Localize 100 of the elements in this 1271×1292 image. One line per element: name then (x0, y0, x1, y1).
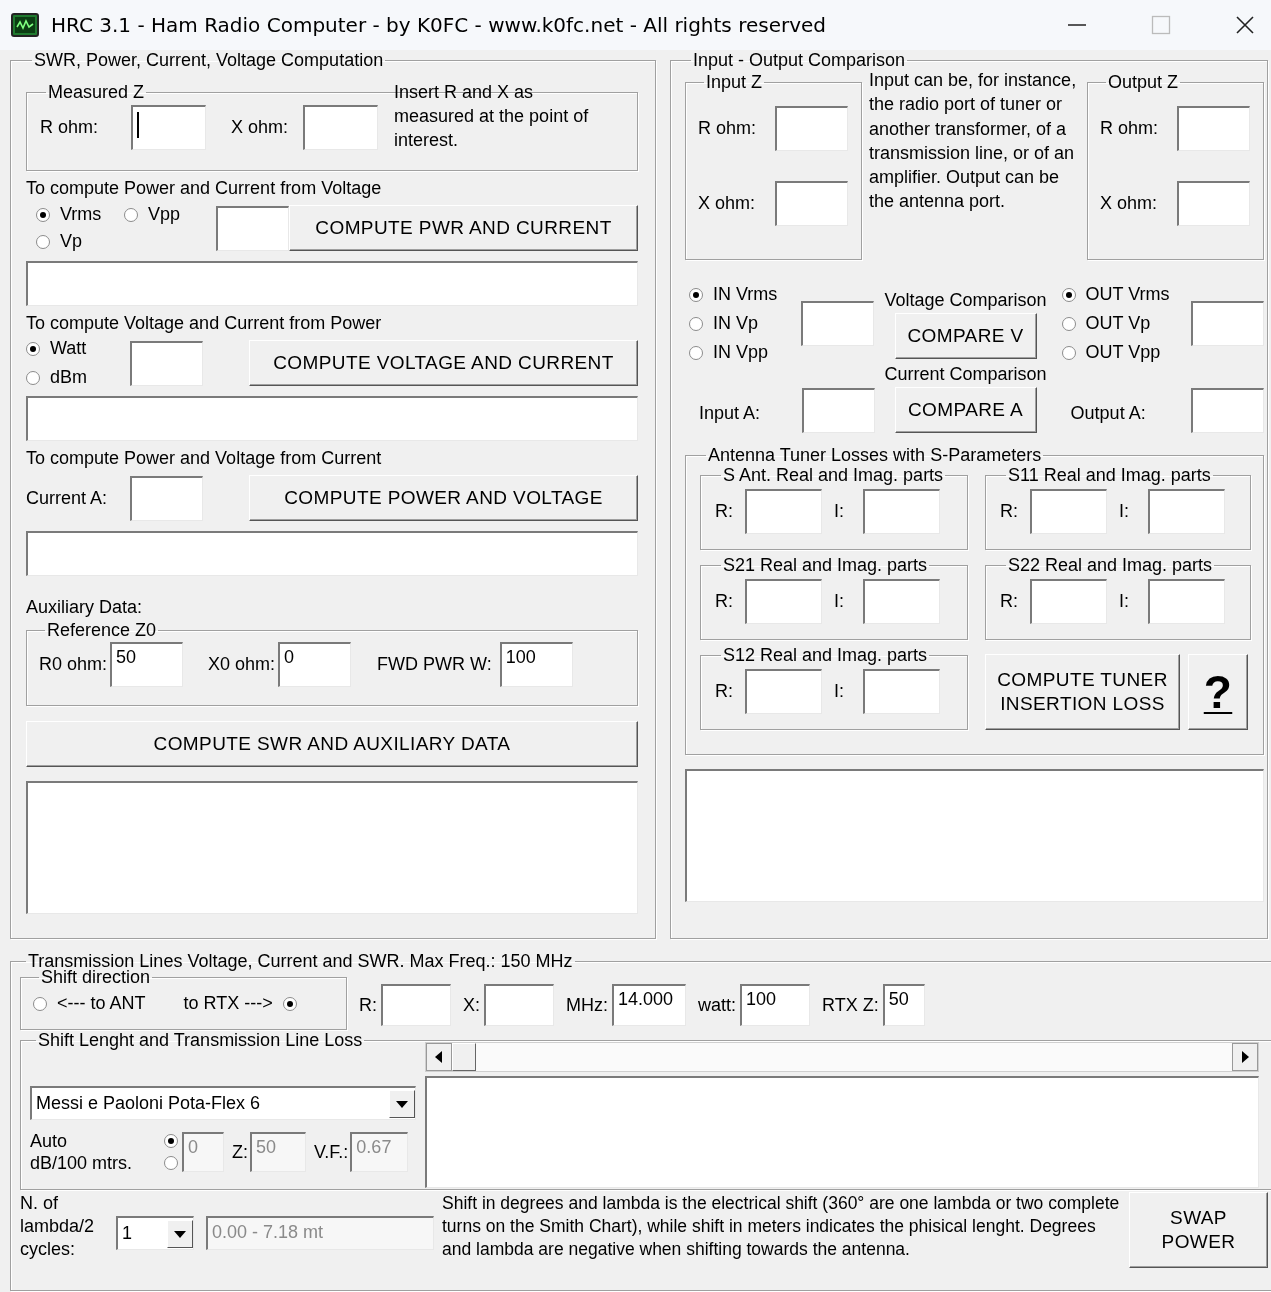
radio-button[interactable] (36, 207, 50, 222)
dropdown[interactable]: 1 (116, 1216, 194, 1250)
radio-label[interactable]: OUT Vrms (1085, 284, 1170, 305)
input-field[interactable] (131, 104, 206, 150)
radio-label[interactable]: dBm (50, 367, 87, 388)
field-label: N. of lambda/2 cycles: (20, 1192, 96, 1261)
input-field[interactable] (1148, 579, 1225, 624)
radio-label[interactable]: Vpp (148, 204, 181, 225)
input-field[interactable]: 14.000 (612, 983, 686, 1026)
compare-button[interactable]: COMPARE V (894, 312, 1037, 359)
input-field[interactable] (801, 388, 875, 433)
app-icon (11, 13, 39, 37)
radio-button[interactable] (689, 287, 703, 302)
compute-button[interactable]: COMPUTE TUNER INSERTION LOSS (985, 654, 1180, 730)
scroll-bar[interactable] (425, 1042, 1259, 1072)
field-label: Z: (232, 1141, 248, 1163)
field-label: watt: (698, 995, 737, 1016)
input-field[interactable] (1177, 106, 1250, 151)
input-field[interactable] (216, 205, 289, 251)
help-button[interactable]: ? (1188, 654, 1248, 730)
input-field[interactable] (1030, 579, 1107, 624)
field-label: V.F.: (314, 1141, 349, 1163)
radio-label[interactable]: OUT Vpp (1085, 342, 1161, 363)
section-heading: Auxiliary Data: (26, 596, 144, 618)
radio-button[interactable] (1061, 287, 1076, 302)
radio-label[interactable]: OUT Vp (1085, 313, 1151, 334)
field-label: X0 ohm: (208, 654, 276, 675)
compute-button[interactable]: COMPUTE PWR AND CURRENT (289, 205, 638, 251)
input-field[interactable] (484, 983, 554, 1026)
input-field[interactable] (775, 106, 848, 151)
input-field[interactable] (130, 475, 203, 521)
radio-button[interactable] (26, 341, 40, 356)
radio-label[interactable]: IN Vp (713, 313, 759, 334)
radio-label[interactable]: IN Vpp (713, 342, 769, 363)
scroll-thumb[interactable] (452, 1043, 476, 1071)
input-field[interactable] (303, 104, 379, 150)
input-field[interactable]: 100 (499, 642, 573, 687)
radio-button[interactable] (26, 370, 40, 385)
radio-button[interactable] (33, 996, 47, 1011)
input-field[interactable] (1148, 489, 1225, 534)
field-label: I: (1118, 591, 1130, 612)
compute-button[interactable]: COMPUTE VOLTAGE AND CURRENT (249, 340, 638, 386)
input-field[interactable] (381, 983, 451, 1026)
input-field[interactable] (801, 301, 875, 346)
field-label: dB/100 mtrs. (30, 1152, 134, 1174)
input-field[interactable] (1177, 181, 1250, 226)
radio-button[interactable] (164, 1156, 178, 1170)
input-field[interactable] (775, 181, 848, 226)
radio-label[interactable]: to RTX ---> (183, 993, 273, 1014)
field-label: I: (833, 591, 845, 612)
radio-button[interactable] (36, 234, 50, 249)
radio-button[interactable] (689, 316, 703, 331)
field-label: RTX Z: (822, 995, 879, 1016)
field-label: R ohm: (40, 116, 100, 138)
input-field[interactable] (1191, 301, 1264, 346)
radio-button[interactable] (689, 345, 703, 360)
radio-label[interactable]: IN Vrms (713, 284, 778, 305)
input-field[interactable]: 100 (740, 983, 811, 1026)
radio-button[interactable] (164, 1134, 178, 1148)
group-title: S11 Real and Imag. parts (1007, 465, 1212, 485)
input-field[interactable] (745, 579, 822, 624)
group-title: S Ant. Real and Imag. parts (722, 465, 945, 485)
caret-icon (389, 1089, 415, 1118)
input-field[interactable] (745, 669, 822, 714)
radio-label[interactable]: Vp (60, 231, 83, 252)
compute-button[interactable]: COMPUTE SWR AND AUXILIARY DATA (26, 721, 638, 767)
close-icon[interactable] (1235, 15, 1255, 35)
radio-button[interactable] (282, 996, 297, 1011)
group-title: Shift Lenght and Transmission Line Loss (37, 1030, 364, 1050)
field-label: I: (833, 501, 845, 522)
field-label: R: (715, 501, 734, 522)
swap-button[interactable]: SWAP POWER (1129, 1192, 1268, 1268)
radio-button[interactable] (1061, 316, 1076, 331)
input-field[interactable] (1030, 489, 1107, 534)
input-field[interactable]: 0 (278, 642, 352, 687)
window-title: HRC 3.1 - Ham Radio Computer - by K0FC - www.k0fc.net - All rights reserved (51, 13, 827, 37)
radio-button[interactable] (124, 207, 138, 222)
input-field[interactable] (863, 669, 940, 714)
compare-button[interactable]: COMPARE A (894, 387, 1037, 433)
field-label: X ohm: (231, 116, 289, 138)
field-label: R: (1000, 501, 1019, 522)
field-label: R: (715, 681, 734, 702)
input-field[interactable] (130, 340, 203, 386)
input-field[interactable] (863, 579, 940, 624)
input-field[interactable] (863, 489, 940, 534)
field-label: R: (359, 995, 377, 1016)
radio-label[interactable]: <--- to ANT (57, 993, 146, 1014)
input-field[interactable] (745, 489, 822, 534)
field-label: Current A: (26, 487, 109, 509)
dropdown[interactable]: Messi e Paoloni Pota-Flex 6 (30, 1086, 416, 1120)
radio-button[interactable] (1061, 345, 1076, 360)
text-cursor (137, 111, 139, 138)
input-field[interactable]: 50 (882, 983, 925, 1026)
radio-label[interactable]: Watt (50, 338, 87, 359)
compute-button[interactable]: COMPUTE POWER AND VOLTAGE (249, 475, 638, 521)
input-field[interactable]: 50 (110, 642, 184, 687)
section-heading: Voltage Comparison (884, 288, 1047, 311)
instruction-text: Input can be, for instance, the radio port of tuner or another transformer, of a transmission line, or of an amplifier. Output can be the antenna port. (869, 70, 1078, 214)
input-field[interactable] (1191, 388, 1264, 433)
radio-label[interactable]: Vrms (60, 204, 102, 225)
